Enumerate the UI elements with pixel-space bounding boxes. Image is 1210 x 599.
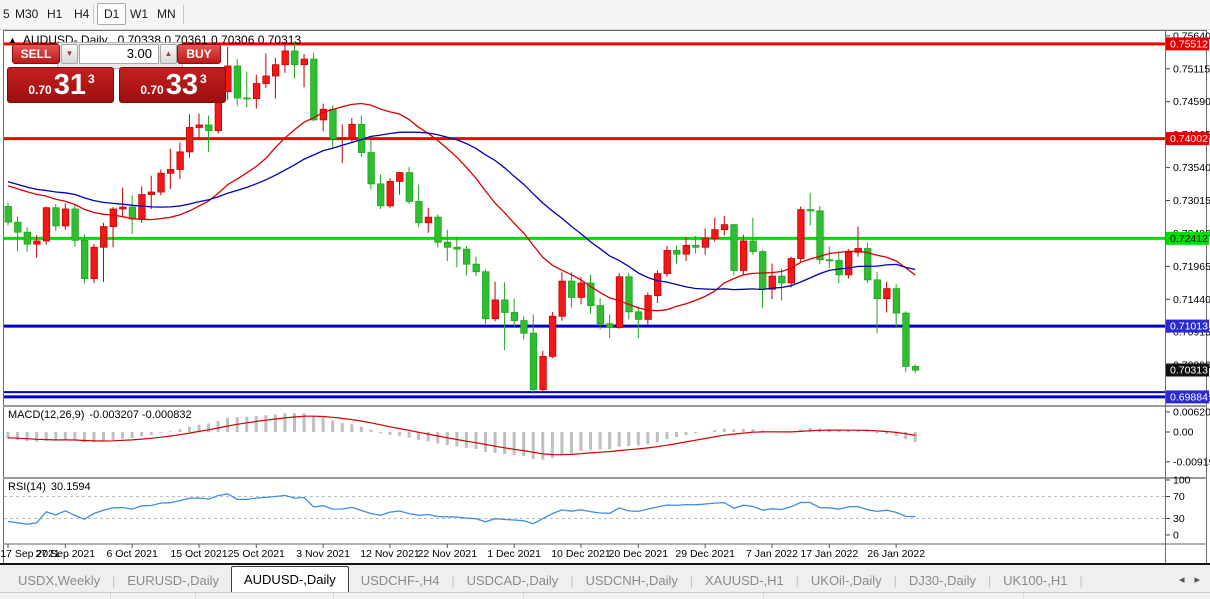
svg-text:27 Sep 2021: 27 Sep 2021 (36, 548, 96, 560)
volume-input[interactable]: 3.00 (79, 44, 159, 64)
svg-text:0.73015: 0.73015 (1173, 195, 1210, 207)
toolbar-separator (93, 5, 94, 24)
buy-button[interactable]: BUY (177, 44, 221, 64)
tab-separator: | (1079, 570, 1082, 592)
toolbar-separator (183, 5, 184, 24)
svg-text:0.71440: 0.71440 (1173, 294, 1210, 306)
svg-text:17 Jan 2022: 17 Jan 2022 (800, 548, 858, 560)
macd-values: -0.003207 -0.000832 (89, 409, 191, 421)
macd-name: MACD(12,26,9) (8, 409, 84, 421)
sell-price-big: 31 (54, 72, 86, 100)
tab-scroll-arrows: ◂▸ (1179, 573, 1210, 586)
svg-text:10 Dec 2021: 10 Dec 2021 (551, 548, 611, 560)
svg-text:100: 100 (1173, 475, 1191, 487)
statusbar-divider (763, 593, 764, 599)
svg-text:30: 30 (1173, 513, 1185, 525)
sell-price-button[interactable]: 0.70 31 3 (7, 67, 114, 103)
svg-text:-0.009197: -0.009197 (1173, 456, 1210, 468)
svg-text:0.72412: 0.72412 (1170, 233, 1208, 245)
svg-text:26 Jan 2022: 26 Jan 2022 (867, 548, 925, 560)
volume-increase-button[interactable]: ▲ (160, 44, 177, 64)
svg-text:7 Jan 2022: 7 Jan 2022 (746, 548, 798, 560)
mt4-terminal: 0.756400.751150.745900.740650.735400.730… (0, 0, 1210, 599)
timeframe-button-m30[interactable]: M30 (15, 7, 38, 21)
timeframe-button-h4[interactable]: H4 (74, 7, 89, 21)
tab-ukoil-daily[interactable]: UKOil-,Daily (799, 570, 894, 592)
timeframe-button-m5[interactable]: 5 (3, 7, 10, 21)
svg-text:1 Dec 2021: 1 Dec 2021 (487, 548, 541, 560)
svg-text:22 Nov 2021: 22 Nov 2021 (418, 548, 478, 560)
tab-usdx-weekly[interactable]: USDX,Weekly (6, 570, 112, 592)
rsi-name: RSI(14) (8, 481, 46, 493)
rsi-value: 30.1594 (51, 481, 91, 493)
timeframe-button-d1[interactable]: D1 (97, 3, 126, 25)
svg-text:3 Nov 2021: 3 Nov 2021 (296, 548, 350, 560)
statusbar-divider (1023, 593, 1024, 599)
rsi-indicator-label: RSI(14) 30.1594 (8, 481, 91, 493)
timeframe-toolbar: 5 M30 H1 H4 D1 W1 MN (0, 0, 1210, 30)
sell-button[interactable]: SELL (12, 44, 60, 64)
status-bar (0, 592, 1210, 599)
tab-audusd-daily[interactable]: AUDUSD-,Daily (231, 566, 349, 592)
statusbar-divider (333, 593, 334, 599)
svg-text:0.74590: 0.74590 (1173, 96, 1210, 108)
chart-tab-bar: USDX,Weekly | EURUSD-,Daily AUDUSD-,Dail… (0, 563, 1210, 592)
volume-decrease-button[interactable]: ▼ (61, 44, 78, 64)
svg-text:6 Oct 2021: 6 Oct 2021 (106, 548, 158, 560)
timeframe-button-w1[interactable]: W1 (130, 7, 148, 21)
svg-text:70: 70 (1173, 491, 1185, 503)
svg-text:0.71965: 0.71965 (1173, 261, 1210, 273)
chevron-down-icon: ▼ (66, 49, 74, 58)
svg-text:25 Oct 2021: 25 Oct 2021 (228, 548, 285, 560)
tab-usdcad-daily[interactable]: USDCAD-,Daily (455, 570, 571, 592)
tab-xauusd-h1[interactable]: XAUUSD-,H1 (693, 570, 796, 592)
statusbar-divider (523, 593, 524, 599)
svg-text:0.00: 0.00 (1173, 427, 1194, 439)
svg-text:0.70313: 0.70313 (1170, 364, 1208, 376)
buy-price-pip: 3 (200, 72, 207, 86)
statusbar-divider (110, 593, 111, 599)
scroll-right-icon[interactable]: ▸ (1194, 574, 1210, 586)
svg-text:0: 0 (1173, 530, 1179, 542)
timeframe-button-h1[interactable]: H1 (47, 7, 62, 21)
tab-dj30-daily[interactable]: DJ30-,Daily (897, 570, 988, 592)
svg-text:15 Oct 2021: 15 Oct 2021 (170, 548, 227, 560)
svg-text:12 Nov 2021: 12 Nov 2021 (360, 548, 420, 560)
chevron-up-icon: ▲ (165, 49, 173, 58)
svg-text:29 Dec 2021: 29 Dec 2021 (675, 548, 735, 560)
svg-text:0.74002: 0.74002 (1170, 133, 1208, 145)
statusbar-divider (195, 593, 196, 599)
svg-text:0.69884: 0.69884 (1170, 391, 1208, 403)
svg-text:0.73540: 0.73540 (1173, 162, 1210, 174)
one-click-trading-panel: SELL ▼ 3.00 ▲ BUY 0.70 31 3 0.70 33 3 (7, 44, 229, 104)
svg-text:0.75115: 0.75115 (1173, 63, 1210, 75)
tab-usdcnh-daily[interactable]: USDCNH-,Daily (573, 570, 689, 592)
buy-price-prefix: 0.70 (140, 83, 163, 97)
buy-price-button[interactable]: 0.70 33 3 (119, 67, 226, 103)
timeframe-button-mn[interactable]: MN (157, 7, 176, 21)
sell-price-pip: 3 (88, 72, 95, 86)
tab-usdchf-h4[interactable]: USDCHF-,H4 (349, 570, 452, 592)
svg-text:0.006201: 0.006201 (1173, 406, 1210, 418)
macd-indicator-label: MACD(12,26,9) -0.003207 -0.000832 (8, 409, 192, 421)
svg-text:0.71013: 0.71013 (1170, 321, 1208, 333)
scroll-left-icon[interactable]: ◂ (1179, 574, 1195, 586)
svg-text:20 Dec 2021: 20 Dec 2021 (609, 548, 669, 560)
tab-eurusd-daily[interactable]: EURUSD-,Daily (115, 570, 231, 592)
buy-price-big: 33 (166, 72, 198, 100)
svg-text:0.75512: 0.75512 (1170, 38, 1208, 50)
tab-uk100-h1[interactable]: UK100-,H1 (991, 570, 1079, 592)
sell-price-prefix: 0.70 (28, 83, 51, 97)
